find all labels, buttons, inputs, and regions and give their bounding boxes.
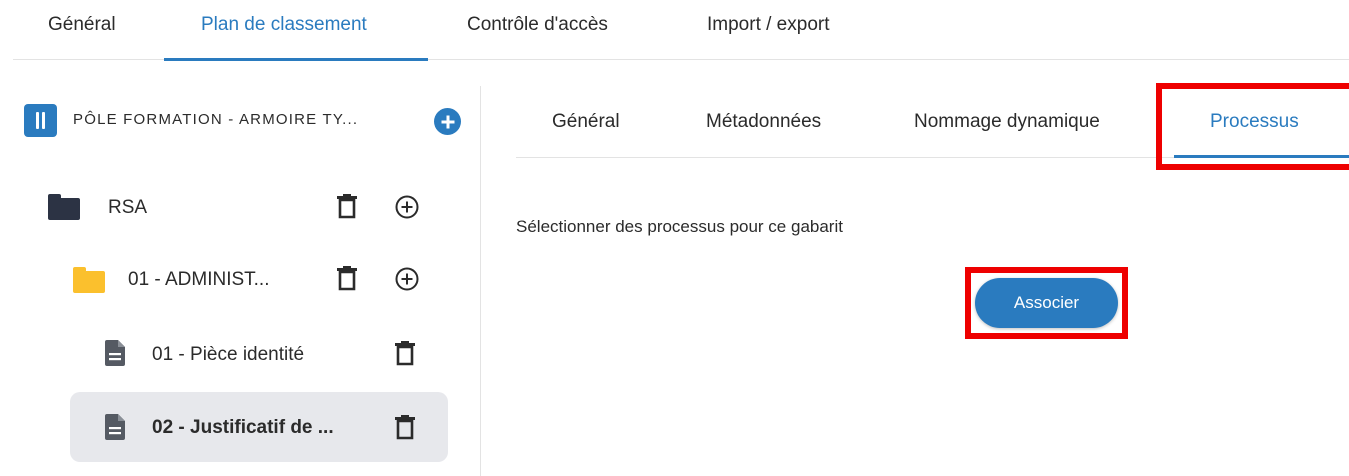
tab-plan-de-classement[interactable]: Plan de classement — [201, 14, 367, 36]
trash-icon[interactable] — [394, 415, 416, 440]
tree-item-administ[interactable]: 01 - ADMINIST... — [60, 255, 440, 305]
plus-circle-icon[interactable] — [434, 108, 461, 135]
tab-controle-acces[interactable]: Contrôle d'accès — [467, 14, 608, 36]
panel-divider — [480, 86, 481, 476]
tree-item-justificatif[interactable]: 02 - Justificatif de ... — [70, 392, 448, 462]
tab-general[interactable]: Général — [48, 14, 116, 36]
tree-item-label: 01 - ADMINIST... — [128, 269, 270, 290]
inner-tab-general[interactable]: Général — [552, 111, 620, 133]
tree-item-piece-identite[interactable]: 01 - Pièce identité — [70, 329, 448, 379]
highlight-box-processus — [1156, 83, 1349, 170]
file-icon — [105, 340, 125, 366]
tree-item-rsa[interactable]: RSA — [40, 183, 440, 233]
tree-item-label: 02 - Justificatif de ... — [152, 417, 334, 438]
folder-icon — [73, 267, 105, 293]
tree-item-label: RSA — [108, 197, 148, 218]
tree-root-label: PÔLE FORMATION - ARMOIRE TY... — [73, 111, 359, 128]
cabinet-icon — [24, 104, 57, 137]
trash-icon[interactable] — [394, 341, 416, 366]
tree-root-item[interactable]: PÔLE FORMATION - ARMOIRE TY... — [24, 101, 474, 141]
trash-icon[interactable] — [336, 266, 358, 291]
plus-circle-outline-icon[interactable] — [395, 195, 419, 219]
tree-item-label: 01 - Pièce identité — [152, 344, 305, 365]
active-tab-underline — [164, 58, 428, 61]
processus-prompt: Sélectionner des processus pour ce gabar… — [516, 217, 843, 236]
top-tab-bar: Général Plan de classement Contrôle d'ac… — [0, 0, 1349, 61]
file-icon — [105, 414, 125, 440]
inner-tab-nommage-dynamique[interactable]: Nommage dynamique — [914, 111, 1100, 133]
inner-tab-metadonnees[interactable]: Métadonnées — [706, 111, 821, 133]
associer-button[interactable]: Associer — [975, 278, 1118, 328]
tab-import-export[interactable]: Import / export — [707, 14, 830, 36]
folder-icon — [48, 194, 80, 220]
plus-circle-outline-icon[interactable] — [395, 267, 419, 291]
trash-icon[interactable] — [336, 194, 358, 219]
